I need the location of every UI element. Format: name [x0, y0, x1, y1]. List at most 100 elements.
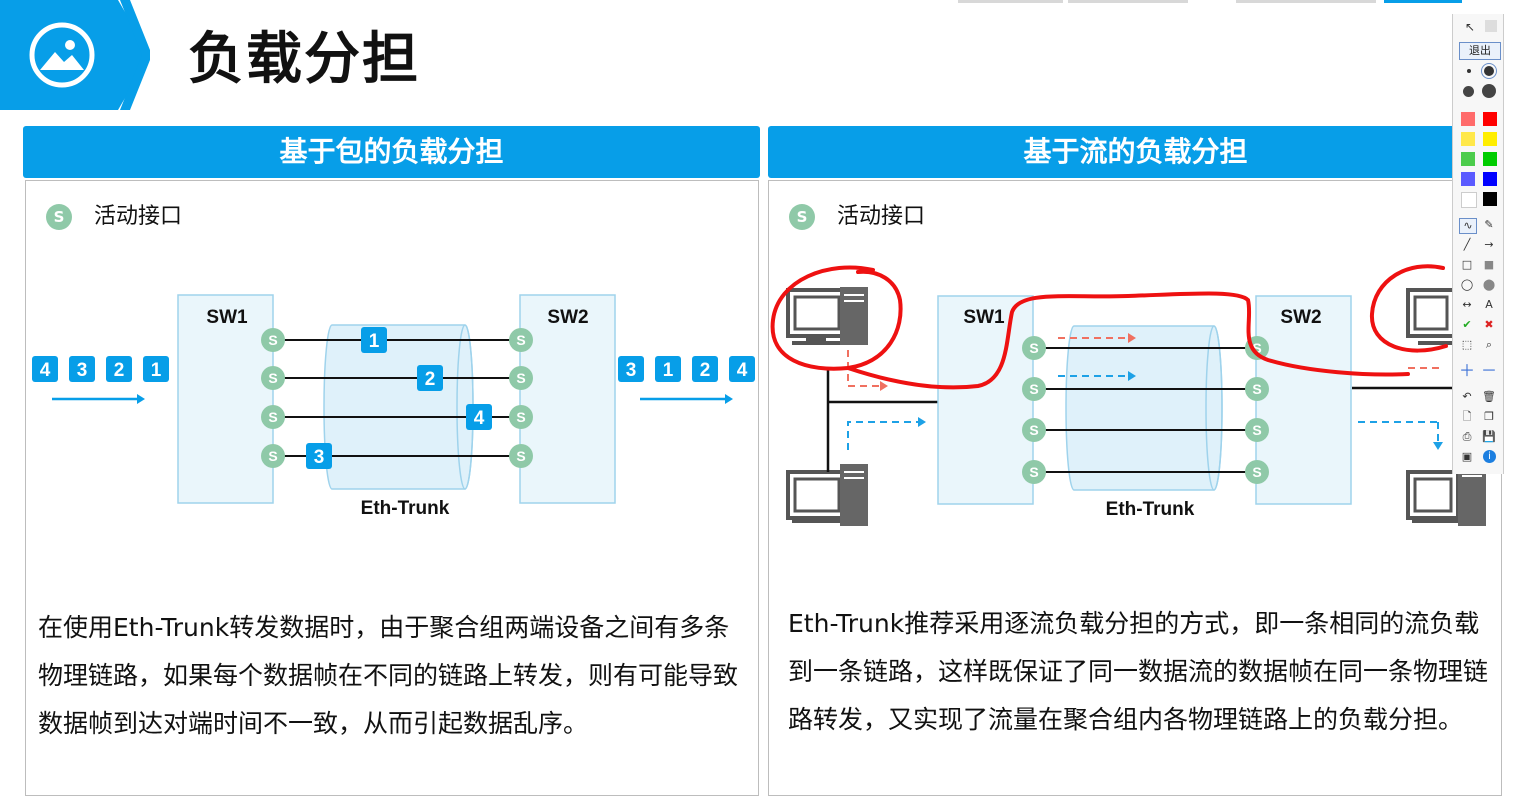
save-icon[interactable]: 💾 — [1481, 430, 1497, 444]
out-frame: 4 — [729, 356, 755, 382]
svg-text:2: 2 — [114, 360, 125, 381]
svg-text:4: 4 — [737, 360, 748, 381]
dot-small-icon[interactable] — [1467, 69, 1471, 73]
sw2-port-2: S — [1245, 377, 1269, 401]
check-icon[interactable]: ✔ — [1459, 318, 1475, 332]
rect-icon[interactable]: □ — [1459, 258, 1475, 272]
plus-icon[interactable]: ＋ — [1459, 363, 1475, 379]
svg-text:3: 3 — [77, 360, 88, 381]
exit-button[interactable]: 退出 — [1459, 42, 1501, 60]
computer-icon-top-right — [1406, 288, 1456, 345]
color-swatch[interactable] — [1461, 192, 1477, 208]
info-icon[interactable]: i — [1483, 450, 1496, 463]
legend-flow: S 活动接口 — [789, 198, 925, 230]
eraser-icon[interactable]: ✎ — [1481, 218, 1497, 232]
sw2-port-1: S — [509, 328, 533, 352]
dot-medium-icon[interactable] — [1463, 86, 1474, 97]
svg-text:S: S — [1029, 464, 1038, 480]
copy-icon[interactable]: ❐ — [1481, 410, 1497, 424]
top-edge-bar-1 — [958, 0, 1063, 3]
trunk-cylinder — [1065, 325, 1223, 491]
legend-port-icon: S — [789, 204, 815, 230]
svg-text:2: 2 — [700, 360, 711, 381]
svg-text:1: 1 — [369, 331, 380, 352]
image-icon[interactable]: ▣ — [1459, 450, 1475, 464]
computer-icon-bottom-left — [786, 464, 868, 526]
minus-icon[interactable]: － — [1481, 363, 1497, 379]
color-swatch[interactable] — [1461, 172, 1475, 186]
svg-text:S: S — [1029, 381, 1038, 397]
sw1-label: SW1 — [963, 307, 1005, 328]
in-frame: 1 — [143, 356, 169, 382]
top-edge-bar-2 — [1068, 0, 1188, 3]
annotation-toolbar: ↖ 退出 ∿ ✎ ╱ → □ ■ ◯ ⬤ ↔ A ✔ ✖ ⬚ ⌕ ＋ － ↶ 🗑… — [1452, 14, 1504, 474]
rect-fill-icon[interactable]: ■ — [1481, 258, 1497, 272]
legend-port-icon: S — [46, 204, 72, 230]
link-frame: 4 — [466, 404, 492, 430]
flow-description: Eth-Trunk推荐采用逐流负载分担的方式，即一条相同的流负载到一条链路，这样… — [788, 609, 1489, 734]
panel-heading-packet: 基于包的负载分担 — [23, 126, 760, 178]
pen-icon[interactable]: ∿ — [1459, 218, 1477, 234]
svg-text:1: 1 — [151, 360, 162, 381]
ellipse-icon[interactable]: ◯ — [1459, 278, 1475, 292]
print-icon[interactable]: ⎙ — [1459, 430, 1475, 444]
color-swatch[interactable] — [1483, 172, 1497, 186]
svg-text:S: S — [1029, 422, 1038, 438]
svg-text:S: S — [1252, 381, 1261, 397]
sw1-port-2: S — [261, 366, 285, 390]
legend-packet: S 活动接口 — [46, 198, 182, 230]
page-title: 负载分担 — [188, 27, 420, 92]
sw2-port-3: S — [1245, 418, 1269, 442]
svg-text:4: 4 — [474, 408, 485, 429]
link-frame: 1 — [361, 327, 387, 353]
arrow-icon[interactable]: → — [1481, 238, 1497, 252]
sw1-port-3: S — [1022, 418, 1046, 442]
undo-icon[interactable]: ↶ — [1459, 390, 1475, 404]
svg-text:S: S — [516, 332, 525, 348]
ellipse-fill-icon[interactable]: ⬤ — [1481, 278, 1497, 292]
color-swatch[interactable] — [1483, 132, 1497, 146]
pointer-icon[interactable]: ↖ — [1465, 20, 1475, 34]
color-swatch[interactable] — [1461, 152, 1475, 166]
svg-text:S: S — [516, 409, 525, 425]
color-swatch[interactable] — [1461, 132, 1475, 146]
svg-text:S: S — [516, 448, 525, 464]
svg-text:S: S — [268, 409, 277, 425]
dot-large-icon[interactable] — [1481, 63, 1497, 79]
svg-text:S: S — [268, 370, 277, 386]
top-edge-bar-4 — [1384, 0, 1462, 3]
out-frame: 2 — [692, 356, 718, 382]
sw1-port-1: S — [1022, 336, 1046, 360]
color-swatch[interactable] — [1483, 152, 1497, 166]
flow-diagram: SW1 SW2 Eth-Trunk S SS SS SS S — [770, 264, 1486, 526]
sw1-port-4: S — [1022, 460, 1046, 484]
header-tab — [0, 0, 150, 110]
sw2-port-3: S — [509, 405, 533, 429]
new-page-icon[interactable]: 🗋 — [1459, 410, 1475, 424]
text-icon[interactable]: A — [1481, 298, 1497, 312]
color-swatch[interactable] — [1483, 112, 1497, 126]
color-swatch[interactable] — [1483, 192, 1497, 206]
sw1-port-1: S — [261, 328, 285, 352]
svg-text:S: S — [1029, 340, 1038, 356]
cross-icon[interactable]: ✖ — [1481, 318, 1497, 332]
zoom-icon[interactable]: ⌕ — [1481, 338, 1497, 352]
sw2-port-2: S — [509, 366, 533, 390]
sw1-label: SW1 — [206, 307, 248, 328]
sw2-label: SW2 — [547, 307, 588, 328]
trunk-cylinder — [323, 324, 474, 490]
trash-icon[interactable]: 🗑 — [1481, 390, 1497, 404]
svg-text:S: S — [1252, 422, 1261, 438]
sw2-label: SW2 — [1280, 307, 1321, 328]
line-icon[interactable]: ╱ — [1459, 238, 1475, 252]
svg-text:1: 1 — [663, 360, 674, 381]
select-icon[interactable]: ⬚ — [1459, 338, 1475, 352]
color-swatch[interactable] — [1461, 112, 1475, 126]
sw1-port-3: S — [261, 405, 285, 429]
svg-text:S: S — [268, 448, 277, 464]
window-control-icon[interactable] — [1485, 20, 1497, 32]
sw1-port-4: S — [261, 444, 285, 468]
dot-xlarge-icon[interactable] — [1482, 84, 1496, 98]
double-arrow-icon[interactable]: ↔ — [1459, 298, 1475, 312]
computer-icon-top-left — [786, 287, 868, 345]
